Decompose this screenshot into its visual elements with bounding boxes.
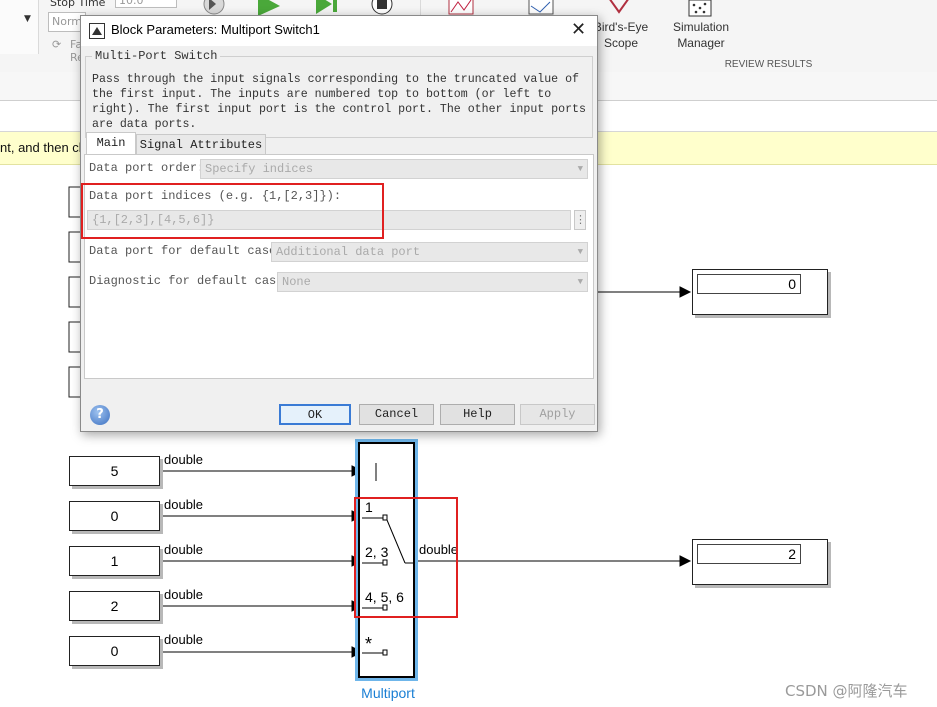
watermark: CSDN @阿隆汽车 bbox=[785, 682, 908, 700]
constant-value: 0 bbox=[110, 508, 119, 524]
arrow-output bbox=[679, 555, 692, 567]
dialog-title: Block Parameters: Multiport Switch1 bbox=[111, 22, 320, 37]
constant-value: 5 bbox=[110, 463, 119, 479]
arrow-top bbox=[679, 286, 692, 298]
default-case-label: Data port for default case: bbox=[89, 244, 284, 258]
data-port-order-label: Data port order: bbox=[89, 161, 205, 175]
signal-label: double bbox=[164, 452, 204, 467]
constant-block-4[interactable]: 2 bbox=[69, 591, 160, 621]
dialog-title-bar[interactable]: Block Parameters: Multiport Switch1 ✕ bbox=[81, 16, 597, 46]
help-icon[interactable]: ? bbox=[90, 405, 110, 425]
simulink-block-icon bbox=[89, 23, 105, 39]
constant-value: 1 bbox=[110, 553, 119, 569]
help-button[interactable]: Help bbox=[440, 404, 515, 425]
signal-label: double bbox=[164, 497, 204, 512]
description-group: Multi-Port Switch Pass through the input… bbox=[85, 49, 593, 138]
constant-value: 0 bbox=[110, 643, 119, 659]
chevron-down-icon: ▼ bbox=[577, 247, 583, 257]
chevron-down-icon: ▼ bbox=[577, 277, 583, 287]
signal-label: double bbox=[164, 632, 204, 647]
select-value: Additional data port bbox=[276, 245, 421, 259]
highlight-box-indices bbox=[81, 183, 384, 239]
diagnostic-select[interactable]: None ▼ bbox=[277, 272, 588, 292]
block-description: Pass through the input signals correspon… bbox=[92, 73, 586, 131]
tab-main[interactable]: Main bbox=[86, 132, 136, 155]
display-block-top[interactable]: 0 bbox=[692, 269, 828, 315]
constant-value: 2 bbox=[110, 598, 119, 614]
more-options-icon[interactable]: ⋮ bbox=[574, 210, 586, 230]
constant-block-2[interactable]: 0 bbox=[69, 501, 160, 531]
data-port-order-select[interactable]: Specify indices ▼ bbox=[200, 159, 588, 179]
switch-port-label: * bbox=[365, 634, 373, 654]
ok-button[interactable]: OK bbox=[279, 404, 351, 425]
select-value: None bbox=[282, 275, 311, 289]
default-case-select[interactable]: Additional data port ▼ bbox=[271, 242, 588, 262]
apply-button[interactable]: Apply bbox=[520, 404, 595, 425]
close-icon[interactable]: ✕ bbox=[571, 19, 586, 40]
block-name-label[interactable]: Multiport bbox=[340, 685, 436, 701]
group-title: Multi-Port Switch bbox=[92, 49, 221, 63]
highlight-box-ports bbox=[354, 497, 458, 618]
constant-block-3[interactable]: 1 bbox=[69, 546, 160, 576]
select-value: Specify indices bbox=[205, 162, 314, 176]
display-value: 2 bbox=[697, 544, 801, 564]
display-block-bottom[interactable]: 2 bbox=[692, 539, 828, 585]
signal-label: double bbox=[164, 542, 204, 557]
chevron-down-icon: ▼ bbox=[577, 164, 583, 174]
diagnostic-label: Diagnostic for default case: bbox=[89, 274, 291, 288]
constant-block-5[interactable]: 0 bbox=[69, 636, 160, 666]
tab-signal-attributes[interactable]: Signal Attributes bbox=[136, 134, 266, 156]
cancel-button[interactable]: Cancel bbox=[359, 404, 434, 425]
constant-block-1[interactable]: 5 bbox=[69, 456, 160, 486]
signal-label: double bbox=[164, 587, 204, 602]
block-parameters-dialog: Block Parameters: Multiport Switch1 ✕ Mu… bbox=[80, 15, 598, 432]
display-value: 0 bbox=[697, 274, 801, 294]
